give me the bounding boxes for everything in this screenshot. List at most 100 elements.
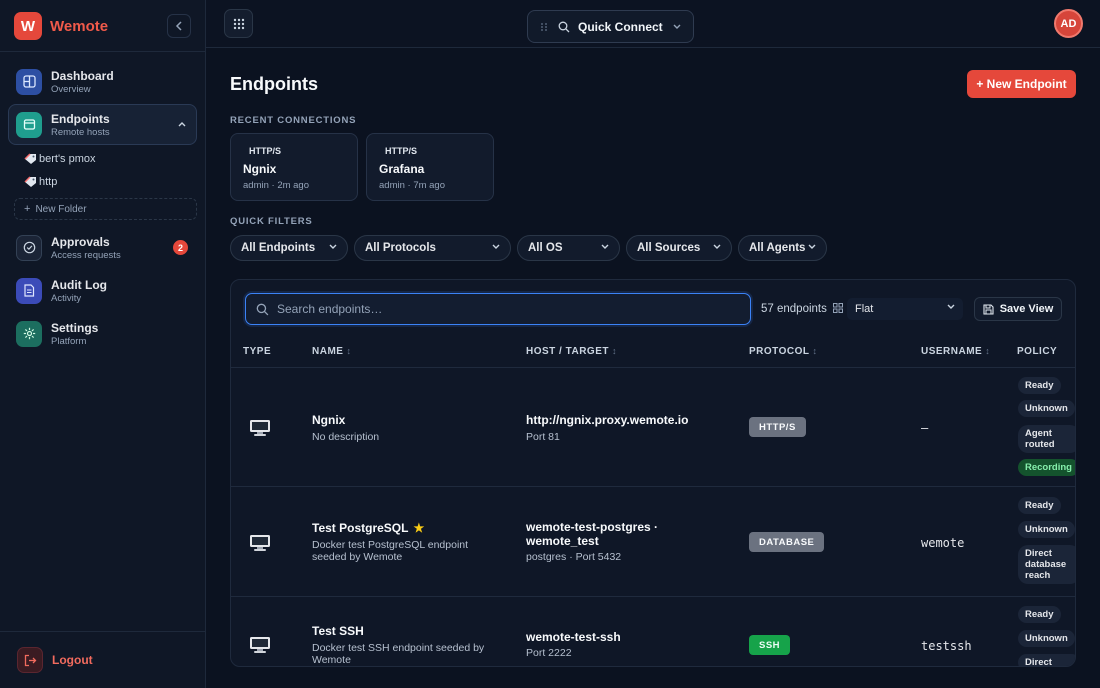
column-header-host[interactable]: HOST / TARGET ↕ xyxy=(526,346,617,357)
sidebar-item-sublabel: Access requests xyxy=(51,249,121,261)
logout-icon xyxy=(17,647,43,673)
recent-connection-card[interactable]: HTTP/S Ngnix admin · 2m ago xyxy=(230,133,358,201)
endpoint-name[interactable]: Test SSH xyxy=(312,624,364,638)
chevron-down-icon xyxy=(492,243,500,252)
approvals-icon xyxy=(16,234,42,261)
filter-os[interactable]: All OS xyxy=(517,235,620,261)
new-endpoint-button[interactable]: + New Endpoint xyxy=(967,70,1076,98)
endpoint-port: Port 81 xyxy=(526,431,560,443)
endpoint-host: wemote-test-ssh xyxy=(526,630,621,644)
policy-badge: Direct xyxy=(1018,654,1075,666)
recent-connection-card[interactable]: HTTP/S Grafana admin · 7m ago xyxy=(366,133,494,201)
endpoint-name[interactable]: Ngnix xyxy=(312,413,345,427)
topbar: Quick Connect AD xyxy=(206,0,1100,48)
endpoint-username: — xyxy=(921,421,929,435)
sort-icon: ↕ xyxy=(985,346,991,356)
sidebar-item-label: Audit Log xyxy=(51,277,107,292)
policy-badge: Unknown xyxy=(1018,400,1075,417)
logout-button[interactable]: Logout xyxy=(17,647,93,673)
recent-protocol: HTTP/S xyxy=(385,146,418,156)
new-folder-button[interactable]: + New Folder xyxy=(14,198,197,220)
collapse-sidebar-button[interactable] xyxy=(167,14,191,38)
protocol-badge: HTTP/S xyxy=(749,417,806,437)
endpoint-port: Port 2222 xyxy=(526,647,572,659)
endpoint-description: Docker test SSH endpoint seeded by Wemot… xyxy=(312,642,485,666)
sidebar: W Wemote Dashboard Overview Endpoints Re… xyxy=(0,0,206,688)
sidebar-item-label: Approvals xyxy=(51,234,110,249)
recent-meta: admin · 7m ago xyxy=(379,180,446,191)
sidebar-item-label: Settings xyxy=(51,320,99,335)
column-header-username[interactable]: USERNAME ↕ xyxy=(921,346,990,357)
folder-item[interactable]: http xyxy=(24,176,57,188)
sidebar-item-dashboard[interactable]: Dashboard Overview xyxy=(8,61,197,102)
filter-endpoints[interactable]: All Endpoints xyxy=(230,235,348,261)
endpoint-username: wemote xyxy=(921,536,965,550)
folder-label: bert's pmox xyxy=(39,153,96,165)
endpoint-host: http://ngnix.proxy.wemote.io xyxy=(526,413,689,427)
recent-name: Grafana xyxy=(379,162,425,176)
recent-name: Ngnix xyxy=(243,162,277,176)
sidebar-item-sublabel: Platform xyxy=(51,335,87,347)
sidebar-divider xyxy=(0,51,205,52)
filter-agents[interactable]: All Agents xyxy=(738,235,827,261)
plus-icon: + xyxy=(24,203,31,215)
chevron-down-icon xyxy=(673,22,681,32)
sidebar-item-approvals[interactable]: Approvals Access requests 2 xyxy=(8,227,197,268)
page-title: Endpoints xyxy=(230,74,318,94)
view-mode-select[interactable]: Flat xyxy=(847,298,963,320)
endpoint-description: No description xyxy=(312,431,380,443)
filter-protocols[interactable]: All Protocols xyxy=(354,235,511,261)
policy-badge: Unknown xyxy=(1018,521,1075,538)
folder-label: http xyxy=(39,176,58,188)
sidebar-item-sublabel: Activity xyxy=(51,292,82,304)
new-folder-label: New Folder xyxy=(35,203,87,215)
recent-connections-label: RECENT CONNECTIONS xyxy=(230,115,357,126)
endpoint-description: Docker test PostgreSQL endpoint seeded b… xyxy=(312,539,469,563)
monitor-icon xyxy=(249,636,271,657)
search-input[interactable] xyxy=(277,302,717,316)
apps-grid-button[interactable] xyxy=(224,9,253,38)
monitor-icon xyxy=(249,419,271,440)
quick-filters-label: QUICK FILTERS xyxy=(230,216,313,227)
brand[interactable]: W Wemote xyxy=(14,12,108,40)
endpoints-icon xyxy=(16,111,42,138)
user-avatar[interactable]: AD xyxy=(1054,9,1083,38)
column-header-type: TYPE xyxy=(243,346,272,357)
drag-handle-icon[interactable] xyxy=(540,22,548,32)
save-view-button[interactable]: Save View xyxy=(974,297,1062,321)
column-header-protocol[interactable]: PROTOCOL ↕ xyxy=(749,346,817,357)
endpoint-count: 57 endpoints xyxy=(761,303,827,315)
brand-name: Wemote xyxy=(50,17,109,35)
policy-badge: Ready xyxy=(1018,497,1061,514)
monitor-icon xyxy=(249,534,271,555)
audit-log-icon xyxy=(16,277,42,304)
brand-logo: W xyxy=(14,12,42,40)
sort-icon: ↕ xyxy=(346,346,352,356)
dashboard-icon xyxy=(16,68,42,95)
endpoints-table-panel: 57 endpoints Flat Save View TYPE NAME↕ H… xyxy=(230,279,1076,667)
row-divider xyxy=(231,486,1075,487)
search-icon xyxy=(256,303,269,315)
policy-badge: Unknown xyxy=(1018,630,1075,647)
sidebar-item-settings[interactable]: Settings Platform xyxy=(8,313,197,354)
filter-sources[interactable]: All Sources xyxy=(626,235,732,261)
quick-connect-button[interactable]: Quick Connect xyxy=(527,10,694,43)
search-field[interactable] xyxy=(245,293,751,325)
policy-badge: Ready xyxy=(1018,606,1061,623)
policy-badge: Recording xyxy=(1018,459,1075,476)
star-icon[interactable]: ★ xyxy=(413,521,424,535)
settings-icon xyxy=(16,320,42,347)
sidebar-item-endpoints[interactable]: Endpoints Remote hosts xyxy=(8,104,197,145)
endpoint-name[interactable]: Test PostgreSQL ★ xyxy=(312,521,424,535)
sidebar-item-audit-log[interactable]: Audit Log Activity xyxy=(8,270,197,311)
column-header-name[interactable]: NAME ↕ xyxy=(312,346,351,357)
save-icon xyxy=(983,303,994,315)
protocol-badge: DATABASE xyxy=(749,532,825,552)
chevron-up-icon[interactable] xyxy=(178,119,186,129)
chevron-down-icon xyxy=(947,303,955,312)
folder-item[interactable]: bert's pmox xyxy=(24,153,96,165)
recent-protocol: HTTP/S xyxy=(249,146,282,156)
policy-badge: Agent routed xyxy=(1018,425,1075,453)
column-header-policy: POLICY xyxy=(1017,346,1058,357)
filter-label: All Agents xyxy=(749,242,806,254)
